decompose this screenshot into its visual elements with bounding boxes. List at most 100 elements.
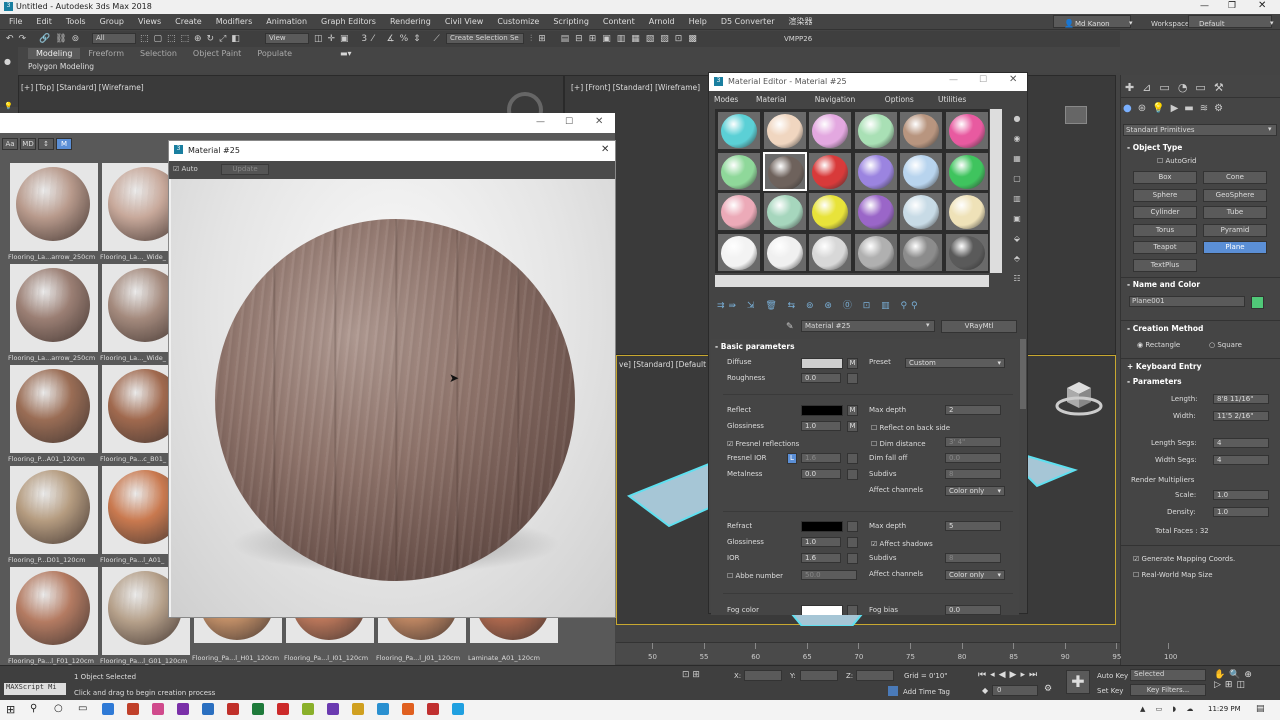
fresnel-ior-lock-button[interactable]: L	[787, 453, 797, 464]
close-icon[interactable]: ✕	[1258, 0, 1266, 11]
creation-method-header[interactable]: - Creation Method	[1127, 324, 1203, 333]
current-frame-field[interactable]: 0	[992, 685, 1038, 696]
primitive-type-select[interactable]: Standard Primitives ▾	[1123, 124, 1277, 136]
material-slot[interactable]	[808, 192, 852, 231]
taskbar-app-icon[interactable]	[177, 703, 189, 715]
primitive-button-plane[interactable]: Plane	[1203, 241, 1267, 254]
refract-map-button[interactable]	[847, 521, 858, 532]
diffuse-map-button[interactable]: M	[847, 358, 858, 369]
minimize-icon[interactable]: —	[536, 117, 545, 127]
slots-scrollbar[interactable]	[990, 109, 1002, 273]
parameters-header[interactable]: - Parameters	[1127, 377, 1182, 386]
object-type-header[interactable]: - Object Type	[1127, 143, 1182, 152]
ribbon-tab[interactable]: Selection	[132, 48, 185, 59]
material-slot[interactable]	[808, 111, 852, 150]
windows-start-icon[interactable]: ⊞	[6, 703, 15, 716]
set-key-icon[interactable]: ✚	[1066, 670, 1090, 694]
preset-select[interactable]: Custom ▾	[905, 358, 1005, 368]
menu-item[interactable]: Modifiers	[209, 15, 260, 28]
viewport-front-label[interactable]: [+] [Front] [Standard] [Wireframe]	[571, 83, 700, 92]
browser-tool-button[interactable]: Aa	[2, 138, 18, 150]
material-slot[interactable]	[717, 232, 761, 272]
menu-item[interactable]: Group	[93, 15, 131, 28]
material-slot[interactable]	[944, 151, 989, 191]
set-key-button[interactable]: Set Key	[1097, 687, 1123, 695]
material-slot[interactable]	[944, 111, 989, 150]
menu-item[interactable]: 渲染器	[782, 14, 820, 29]
primitive-button-box[interactable]: Box	[1133, 171, 1197, 184]
gen-mapping-checkbox[interactable]: ☑ Generate Mapping Coords.	[1133, 555, 1235, 563]
reflect-swatch[interactable]	[801, 405, 843, 416]
material-type-button[interactable]: VRayMtl	[941, 320, 1017, 333]
material-slot[interactable]	[853, 192, 898, 231]
primitive-button-torus[interactable]: Torus	[1133, 223, 1197, 237]
close-icon[interactable]: ✕	[595, 116, 603, 127]
close-icon[interactable]: ✕	[1009, 74, 1017, 85]
menu-item[interactable]: Arnold	[642, 15, 682, 28]
material-slot[interactable]	[808, 232, 852, 272]
primitive-button-geosphere[interactable]: GeoSphere	[1203, 188, 1267, 202]
taskbar-app-icon[interactable]	[427, 703, 439, 715]
ribbon-options-icon[interactable]: ▬▾	[340, 49, 352, 58]
notifications-icon[interactable]: ▤	[1256, 704, 1265, 714]
menu-item[interactable]: Civil View	[438, 15, 491, 28]
pin-icon[interactable]: ●	[4, 57, 11, 66]
material-thumbnail[interactable]	[10, 163, 98, 251]
primitive-button-cone[interactable]: Cone	[1203, 171, 1267, 184]
refr-glossiness-spinner[interactable]: 1.0	[801, 537, 841, 547]
time-config-icon[interactable]: ⚙	[1044, 684, 1052, 694]
fresnel-checkbox[interactable]: ☑ Fresnel reflections	[727, 440, 799, 448]
dim-distance-spinner[interactable]: 3' 4"	[945, 437, 1001, 447]
menu-item[interactable]: File	[2, 15, 29, 28]
editor-toolbar-icons[interactable]: ⇉⇛ ⇲ 🗑 ⇆ ⊚ ⊛ ⓪ ⊡ ▥ ⚲⚲	[717, 298, 922, 311]
refr-max-depth-spinner[interactable]: 5	[945, 521, 1001, 531]
material-thumbnail[interactable]	[286, 616, 374, 643]
taskbar-app-icon[interactable]	[327, 703, 339, 715]
name-color-header[interactable]: - Name and Color	[1127, 280, 1200, 289]
reflect-map-button[interactable]: M	[847, 405, 858, 416]
maximize-icon[interactable]: ☐	[565, 117, 573, 127]
time-tag-icon[interactable]	[888, 686, 898, 696]
menu-item[interactable]: Content	[596, 15, 642, 28]
taskbar-app-icon[interactable]	[102, 703, 114, 715]
workspace-select[interactable]: Default ▾	[1188, 15, 1274, 28]
square-radio[interactable]: ○ Square	[1209, 341, 1242, 349]
lock-selection-icon[interactable]: ⊡ ⊞	[682, 670, 700, 680]
object-color-swatch[interactable]	[1251, 296, 1264, 309]
subdivs-spinner[interactable]: 8	[945, 469, 1001, 479]
material-slot[interactable]	[899, 232, 943, 272]
material-thumbnail[interactable]	[194, 616, 282, 643]
editor-side-tools[interactable]: ● ◉ ▦ ▢ ▥ ▣ ⬙ ⬘ ☷	[1009, 109, 1025, 289]
selection-filter[interactable]: All	[92, 33, 136, 44]
dim-distance-checkbox[interactable]: ☐ Dim distance	[871, 440, 926, 448]
material-thumbnail[interactable]	[10, 567, 98, 655]
viewport-nav-icons[interactable]: ✋🔍⊕ ▷⊞◫	[1214, 670, 1256, 690]
z-coordinate-field[interactable]	[856, 670, 894, 681]
fog-color-map-button[interactable]	[847, 605, 858, 615]
browser-tool-button[interactable]: MD	[20, 138, 36, 150]
taskbar-app-icon[interactable]	[202, 703, 214, 715]
primitive-button-teapot[interactable]: Teapot	[1133, 241, 1197, 254]
system-tray-icons[interactable]: ▲ ▭ ◗ ☁	[1140, 705, 1197, 713]
keyboard-entry-header[interactable]: + Keyboard Entry	[1127, 362, 1201, 371]
create-category-icons[interactable]: ●⊛💡▶▬≋⚙	[1123, 103, 1229, 114]
auto-checkbox[interactable]: ☑ Auto	[173, 165, 198, 173]
diffuse-swatch[interactable]	[801, 358, 843, 369]
taskbar-app-icon[interactable]	[302, 703, 314, 715]
user-account[interactable]: 👤 Md Kanon ▾	[1053, 15, 1133, 28]
refr-subdivs-spinner[interactable]: 8	[945, 553, 1001, 563]
taskbar-app-icon[interactable]	[277, 703, 289, 715]
material-slot[interactable]	[762, 151, 807, 191]
reflect-back-checkbox[interactable]: ☐ Reflect on back side	[871, 424, 950, 432]
taskbar-app-icon[interactable]	[352, 703, 364, 715]
layer-render-icons[interactable]: ⫶⊞ ▤⊟⊞▣▥▦▧▨⊡▩	[530, 34, 703, 44]
width-spinner[interactable]: 11'5 2/16"	[1213, 411, 1269, 421]
viewport-top-label[interactable]: [+] [Top] [Standard] [Wireframe]	[21, 83, 144, 92]
material-thumbnail[interactable]	[378, 616, 466, 643]
menu-item[interactable]: Create	[168, 15, 209, 28]
material-slot[interactable]	[853, 232, 898, 272]
ref-coord-select[interactable]: View	[265, 33, 309, 44]
command-panel-tabs[interactable]: ✚⊿▭◔▭⚒	[1125, 81, 1232, 94]
rollout-header[interactable]: - Basic parameters	[715, 342, 795, 351]
material-name-field[interactable]: Material #25 ▾	[801, 320, 935, 332]
